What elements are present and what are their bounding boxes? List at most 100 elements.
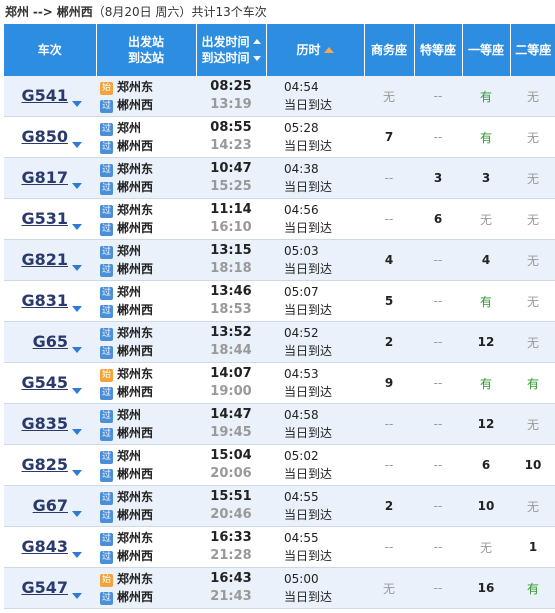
table-row[interactable]: G821 过郑州过郴州西 13:15 18:18 05:03 当日到达 4 -- 4 无 [4,239,555,281]
departure-time: 11:14 [210,202,252,217]
chevron-down-icon[interactable] [72,182,82,189]
from-station-badge: 始 [100,82,113,95]
first-class-seat-cell: 4 [462,239,510,281]
sort-up-icon[interactable] [252,39,261,44]
train-number-link[interactable]: G531 [4,209,68,228]
train-number-link[interactable]: G67 [4,496,68,515]
first-class-seat-cell: 6 [462,444,510,486]
table-row[interactable]: G547 始郑州东过郴州西 16:43 21:43 05:00 当日到达 无 -- 16 有 [4,567,555,609]
chevron-down-icon[interactable] [72,592,82,599]
from-station: 郑州东 [117,572,154,586]
second-class-seat-value: 无 [526,294,539,309]
second-class-seat-value: 无 [526,212,539,227]
table-row[interactable]: G65 过郑州东过郴州西 13:52 18:44 04:52 当日到达 2 -- 12 无 [4,321,555,363]
duration-value: 04:52 [284,326,319,340]
first-class-seat-cell: 3 [462,157,510,199]
premium-seat-cell: -- [414,362,462,404]
train-number-cell[interactable]: G843 [4,526,96,568]
premium-seat-value: -- [433,581,443,595]
stations-cell: 始郑州东过郴州西 [96,362,196,404]
train-number-cell[interactable]: G850 [4,116,96,158]
business-seat-cell: 无 [364,567,414,609]
to-station-badge: 过 [100,100,113,113]
to-station-badge: 过 [100,141,113,154]
table-row[interactable]: G850 过郑州过郴州西 08:55 14:23 05:28 当日到达 7 -- 有 无 [4,116,555,158]
train-number-link[interactable]: G65 [4,332,68,351]
chevron-down-icon[interactable] [72,551,82,558]
train-number-cell[interactable]: G817 [4,157,96,199]
col-times[interactable]: 出发时间 到达时间 [196,24,267,76]
from-station-badge: 过 [100,123,113,136]
to-station-badge: 过 [100,346,113,359]
table-row[interactable]: G531 过郑州东过郴州西 11:14 16:10 04:56 当日到达 -- 6 无 无 [4,198,555,240]
sort-duration-icon[interactable] [323,47,334,53]
table-row[interactable]: G843 过郑州东过郴州西 16:33 21:28 04:55 当日到达 -- -- 无 1 [4,526,555,568]
route-to: 郴州西 [56,5,93,19]
train-number-cell[interactable]: G825 [4,444,96,486]
chevron-down-icon[interactable] [72,387,82,394]
train-number-cell[interactable]: G67 [4,485,96,527]
table-row[interactable]: G545 始郑州东过郴州西 14:07 19:00 04:53 当日到达 9 -- 有 有 [4,362,555,404]
to-station-badge: 过 [100,510,113,523]
arrival-time: 18:53 [210,302,252,317]
first-class-seat-cell: 有 [462,280,510,322]
first-class-seat-cell: 10 [462,485,510,527]
train-number-cell[interactable]: G831 [4,280,96,322]
first-class-seat-value: 有 [479,376,492,391]
col-time-arr[interactable]: 到达时间 [201,51,249,65]
duration-value: 04:55 [284,531,319,545]
col-duration[interactable]: 历时 [266,24,365,76]
train-number-link[interactable]: G825 [4,455,68,474]
train-number-cell[interactable]: G545 [4,362,96,404]
table-row[interactable]: G831 过郑州过郴州西 13:46 18:53 05:07 当日到达 5 -- 有 无 [4,280,555,322]
train-number-cell[interactable]: G541 [4,76,96,117]
chevron-down-icon[interactable] [72,346,82,353]
train-number-link[interactable]: G843 [4,537,68,556]
train-number-link[interactable]: G541 [4,86,68,105]
arrival-note: 当日到达 [284,139,333,153]
train-number-link[interactable]: G821 [4,250,68,269]
train-number-cell[interactable]: G821 [4,239,96,281]
table-row[interactable]: G835 过郑州过郴州西 14:47 19:45 04:58 当日到达 -- -- 12 无 [4,403,555,445]
train-number-cell[interactable]: G835 [4,403,96,445]
route-arrow: --> [32,5,53,19]
duration-cell: 05:07 当日到达 [266,280,364,322]
train-number-link[interactable]: G547 [4,578,68,597]
table-row[interactable]: G67 过郑州东过郴州西 15:51 20:46 04:55 当日到达 2 -- 10 无 [4,485,555,527]
arrival-time: 19:00 [210,384,252,399]
sort-down-icon[interactable] [252,56,261,61]
from-station: 郑州东 [117,490,154,504]
to-station: 郴州西 [117,98,154,112]
train-number-cell[interactable]: G547 [4,567,96,609]
train-number-cell[interactable]: G531 [4,198,96,240]
duration-cell: 04:52 当日到达 [266,321,364,363]
from-station-badge: 过 [100,164,113,177]
table-header-row: 车次 出发站 到达站 出发时间 到达时间 历时 商务座 特等座 一等座 二等座 [4,24,555,76]
chevron-down-icon[interactable] [72,100,82,107]
stations-cell: 过郑州东过郴州西 [96,198,196,240]
train-number-link[interactable]: G817 [4,168,68,187]
premium-seat-cell: 6 [414,198,462,240]
from-station-badge: 过 [100,328,113,341]
chevron-down-icon[interactable] [72,510,82,517]
chevron-down-icon[interactable] [72,305,82,312]
chevron-down-icon[interactable] [72,141,82,148]
col-train: 车次 [4,24,97,76]
chevron-down-icon[interactable] [72,469,82,476]
train-number-cell[interactable]: G65 [4,321,96,363]
chevron-down-icon[interactable] [72,428,82,435]
chevron-down-icon[interactable] [72,264,82,271]
table-row[interactable]: G541 始郑州东过郴州西 08:25 13:19 04:54 当日到达 无 -- 有 无 [4,76,555,117]
departure-time: 13:15 [210,243,252,258]
table-row[interactable]: G817 过郑州东过郴州西 10:47 15:25 04:38 当日到达 -- 3 3 无 [4,157,555,199]
col-time-dep[interactable]: 出发时间 [201,35,249,49]
chevron-down-icon[interactable] [72,223,82,230]
to-station: 郴州西 [117,549,154,563]
train-number-link[interactable]: G545 [4,373,68,392]
table-row[interactable]: G825 过郑州过郴州西 15:04 20:06 05:02 当日到达 -- -- 6 10 [4,444,555,486]
train-number-link[interactable]: G850 [4,127,68,146]
business-seat-value: 7 [384,130,394,144]
train-number-link[interactable]: G835 [4,414,68,433]
train-number-link[interactable]: G831 [4,291,68,310]
stations-cell: 过郑州过郴州西 [96,444,196,486]
